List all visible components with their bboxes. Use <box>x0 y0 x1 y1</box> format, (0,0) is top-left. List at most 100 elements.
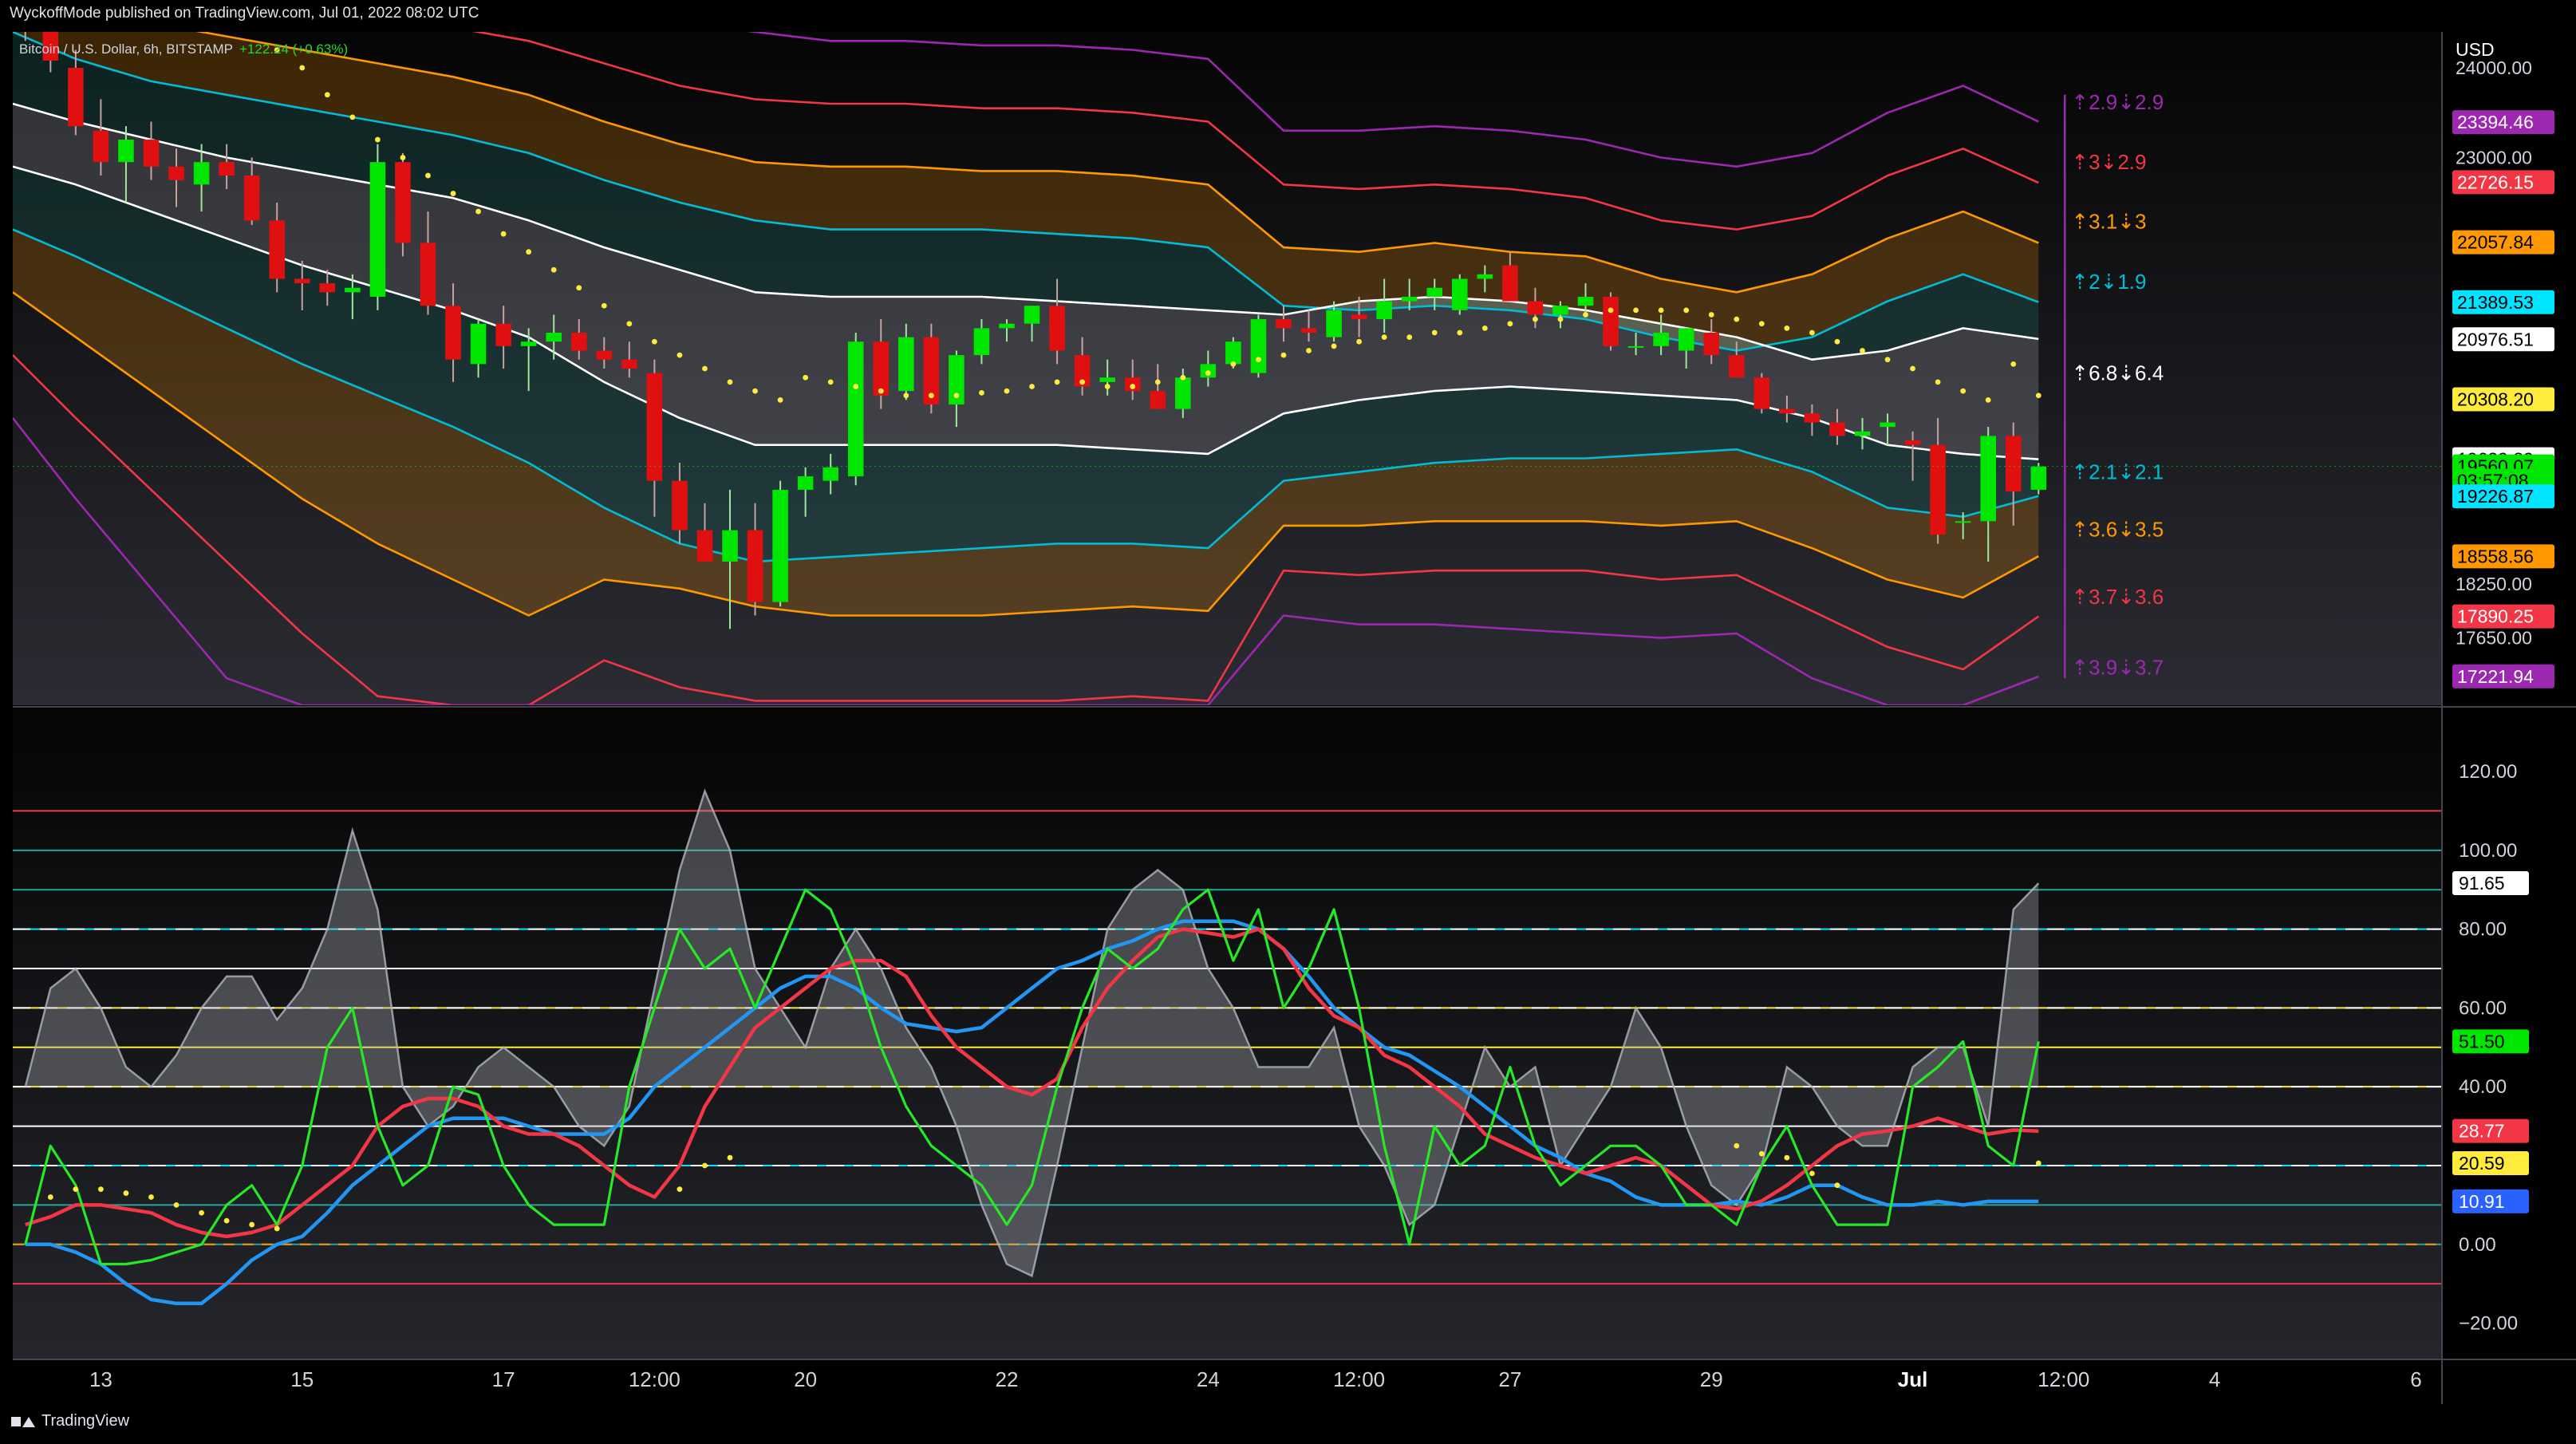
osc-yellow-dot <box>123 1190 129 1196</box>
sar-dot <box>526 249 532 255</box>
candle-body-down <box>445 306 461 360</box>
osc-tick: 60.00 <box>2459 997 2507 1019</box>
sar-dot <box>1079 379 1086 385</box>
price-change: +122.24 (+0.63%) <box>239 41 349 57</box>
price-tick: 17650.00 <box>2456 628 2532 649</box>
osc-yellow-dot <box>1758 1150 1765 1157</box>
price-badge: 17221.94 <box>2457 666 2534 687</box>
sar-dot <box>1935 379 1941 385</box>
sar-dot <box>1104 384 1110 389</box>
sar-dot <box>827 379 834 385</box>
sar-dot <box>702 365 708 372</box>
chart-canvas: ⇡2.9⇣2.9 ⇡3⇣2.9 ⇡3.1⇣3 ⇡2⇣1.9 ⇡6.8⇣6.4 ⇡2.1⇣2… <box>0 0 2576 1444</box>
osc-yellow-dot <box>223 1217 230 1224</box>
price-badge: 22726.15 <box>2457 172 2534 192</box>
time-tick: 6 <box>2410 1367 2421 1391</box>
sar-dot <box>1533 316 1538 322</box>
sar-dot <box>1205 370 1211 377</box>
band-label: ⇡3.6⇣3.5 <box>2071 517 2164 541</box>
sar-dot <box>1054 379 1060 385</box>
sar-dot <box>1683 307 1690 314</box>
candle-body-down <box>1351 314 1367 320</box>
osc-badge: 20.59 <box>2459 1153 2505 1174</box>
sar-dot <box>1910 365 1915 372</box>
candle-body-up <box>1552 306 1568 315</box>
candle-body-up <box>1678 328 1694 351</box>
band-label: ⇡2.1⇣2.1 <box>2071 460 2164 483</box>
sar-dot <box>928 393 934 399</box>
brand-label: TradingView <box>41 1412 130 1430</box>
price-badge: 19226.87 <box>2457 486 2534 507</box>
osc-yellow-dot <box>1834 1182 1840 1189</box>
sar-dot <box>752 388 758 394</box>
sar-dot <box>1608 307 1614 314</box>
sar-dot <box>1331 343 1337 349</box>
band-label: ⇡3⇣2.9 <box>2071 150 2146 174</box>
candle-body-down <box>1779 408 1795 414</box>
time-tick: 12:00 <box>1333 1367 1385 1391</box>
sar-dot <box>1507 321 1513 327</box>
osc-tick: 80.00 <box>2459 919 2507 941</box>
candle-body-up <box>772 489 788 602</box>
candle-body-up <box>470 323 487 365</box>
sar-dot <box>1280 352 1287 358</box>
sar-dot <box>374 136 381 143</box>
osc-yellow-dot <box>173 1201 179 1208</box>
sar-dot <box>1860 348 1865 353</box>
osc-yellow-dot <box>148 1194 154 1200</box>
tradingview-footer[interactable]: TradingView <box>11 1412 129 1430</box>
candle-body-up <box>797 476 814 490</box>
candle-body-up <box>973 328 990 356</box>
band-label: ⇡3.9⇣3.7 <box>2071 656 2164 680</box>
sar-dot <box>903 393 909 399</box>
osc-yellow-dot <box>73 1186 79 1193</box>
sar-dot <box>777 397 783 403</box>
candle-body-up <box>1175 377 1191 409</box>
candle-body-up <box>1024 306 1040 324</box>
sar-dot <box>1758 321 1765 327</box>
time-tick: 4 <box>2209 1367 2220 1391</box>
price-badge: 23394.46 <box>2457 112 2534 132</box>
candle-body-down <box>1829 422 1845 436</box>
osc-tick: −20.00 <box>2459 1313 2518 1335</box>
candle-body-up <box>1854 431 1871 436</box>
candle-body-up <box>1980 436 1996 522</box>
symbol-legend[interactable]: Bitcoin / U.S. Dollar, 6h, BITSTAMP +122.… <box>19 41 348 57</box>
candle-body-up <box>1401 296 1418 302</box>
candle-body-up <box>847 341 864 477</box>
candle-body-down <box>1603 296 1619 346</box>
sar-dot <box>979 389 984 396</box>
sar-dot <box>803 374 809 381</box>
sar-dot <box>727 379 733 385</box>
candle-body-down <box>1728 355 1745 378</box>
candle-body-up <box>1225 341 1241 365</box>
band-label: ⇡6.8⇣6.4 <box>2071 361 2164 385</box>
band-label: ⇡3.7⇣3.6 <box>2071 585 2164 609</box>
time-tick: 22 <box>996 1367 1019 1391</box>
candle-body-up <box>999 323 1015 329</box>
candle-body-down <box>243 176 260 221</box>
candle-body-down <box>570 332 587 351</box>
candle-body-down <box>495 323 511 346</box>
price-badge: 18558.56 <box>2457 546 2534 566</box>
publisher-line: WyckoffMode published on TradingView.com… <box>10 5 479 22</box>
sar-dot <box>299 65 306 71</box>
time-tick: 17 <box>492 1367 515 1391</box>
candle-body-up <box>369 162 386 297</box>
price-badge: 20308.20 <box>2457 389 2534 409</box>
price-tick: 18250.00 <box>2456 574 2532 594</box>
sar-dot <box>450 191 456 196</box>
candle-body-down <box>646 373 663 481</box>
band-label: ⇡3.1⇣3 <box>2071 209 2146 233</box>
candle-body-up <box>898 337 914 392</box>
candle-body-down <box>93 130 109 163</box>
sar-dot <box>2035 393 2041 399</box>
osc-tick: 120.00 <box>2459 761 2517 783</box>
osc-tick: 100.00 <box>2459 840 2517 862</box>
osc-yellow-dot <box>47 1194 53 1200</box>
osc-yellow-dot <box>1784 1154 1790 1161</box>
osc-yellow-dot <box>1734 1142 1740 1149</box>
candle-body-up <box>520 341 537 346</box>
candle-body-down <box>1753 377 1770 409</box>
osc-yellow-dot <box>274 1225 280 1232</box>
